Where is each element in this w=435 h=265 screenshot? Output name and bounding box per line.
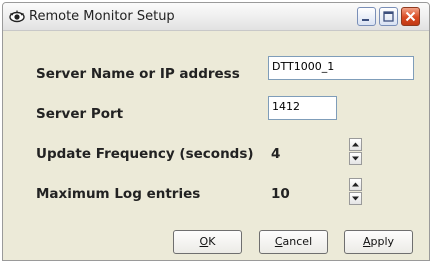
apply-button[interactable]: Apply <box>344 230 413 254</box>
ok-button[interactable]: OK <box>173 230 242 254</box>
remote-monitor-setup-dialog: Remote Monitor Setup Server Name or IP a… <box>2 2 430 261</box>
ok-label-rest: K <box>208 235 216 248</box>
arrow-up-icon <box>352 182 359 187</box>
apply-mnemonic: A <box>362 235 371 248</box>
cancel-label-rest: ancel <box>282 235 313 248</box>
server-name-label: Server Name or IP address <box>36 66 240 82</box>
server-port-label: Server Port <box>36 106 124 122</box>
minimize-icon <box>362 19 369 21</box>
window-title: Remote Monitor Setup <box>29 9 175 24</box>
update-frequency-down-button[interactable] <box>349 152 362 165</box>
arrow-up-icon <box>352 142 359 147</box>
max-log-entries-up-button[interactable] <box>349 178 362 191</box>
update-frequency-label: Update Frequency (seconds) <box>36 146 254 162</box>
maximize-icon <box>383 11 394 22</box>
max-log-entries-label: Maximum Log entries <box>36 186 201 202</box>
max-log-entries-value: 10 <box>271 186 290 202</box>
update-frequency-up-button[interactable] <box>349 138 362 151</box>
apply-label-rest: pply <box>370 235 395 248</box>
maximize-button[interactable] <box>379 7 398 26</box>
arrow-down-icon <box>352 196 359 201</box>
cancel-mnemonic: C <box>274 235 283 248</box>
eye-icon <box>9 9 25 25</box>
close-icon <box>405 11 416 22</box>
server-name-input[interactable]: DTT1000_1 <box>268 56 414 80</box>
arrow-down-icon <box>352 156 359 161</box>
title-bar[interactable]: Remote Monitor Setup <box>3 3 429 31</box>
cancel-button[interactable]: Cancel <box>259 230 328 254</box>
server-port-input[interactable]: 1412 <box>268 96 337 120</box>
minimize-button[interactable] <box>357 7 376 26</box>
max-log-entries-down-button[interactable] <box>349 192 362 205</box>
close-button[interactable] <box>401 7 420 26</box>
update-frequency-value: 4 <box>271 146 281 162</box>
ok-mnemonic: O <box>199 235 209 248</box>
